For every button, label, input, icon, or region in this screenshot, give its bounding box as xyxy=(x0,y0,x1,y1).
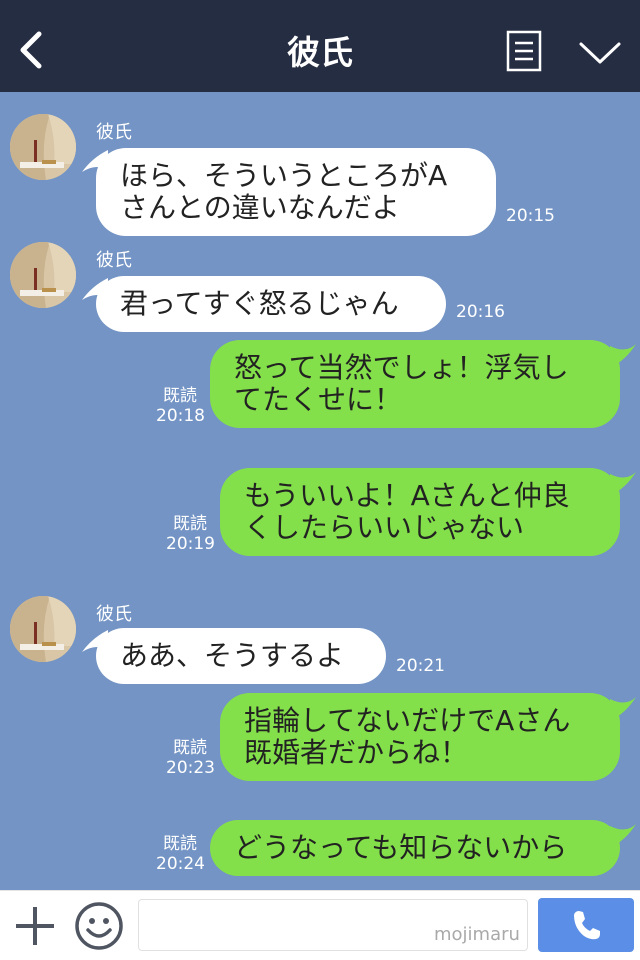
chat-header: 彼氏 xyxy=(0,0,640,92)
message-time: 20:21 xyxy=(396,656,445,676)
message-list[interactable]: 彼氏 ほら、そういうところがA さんとの違いなんだよ 20:15 彼氏 君ってす… xyxy=(0,92,640,890)
avatar[interactable] xyxy=(10,242,76,308)
bubble-tail xyxy=(610,697,636,721)
message-line: ほら、そういうところがA xyxy=(120,159,448,192)
document-icon xyxy=(506,30,542,72)
sender-name: 彼氏 xyxy=(96,604,132,625)
message-bubble[interactable]: 怒って当然でしょ！浮気し てたくせに！ xyxy=(210,340,620,428)
input-bar xyxy=(0,890,640,960)
read-receipt: 既読 20:23 xyxy=(166,738,215,778)
bubble-tail xyxy=(610,824,636,848)
message-line: さんとの違いなんだよ xyxy=(120,191,400,224)
read-label: 既読 xyxy=(173,738,207,758)
message-bubble[interactable]: ああ、そうするよ xyxy=(96,628,386,684)
sender-name: 彼氏 xyxy=(96,250,132,271)
message-bubble[interactable]: 指輪してないだけでAさん 既婚者だからね！ xyxy=(220,693,620,781)
sender-name: 彼氏 xyxy=(96,122,132,143)
read-label: 既読 xyxy=(163,834,197,854)
avatar-photo-icon xyxy=(10,114,76,180)
bubble-tail xyxy=(610,472,636,496)
smiley-icon xyxy=(75,902,123,950)
message-bubble[interactable]: 君ってすぐ怒るじゃん xyxy=(96,276,446,332)
message-time: 20:18 xyxy=(156,406,205,426)
message-time: 20:23 xyxy=(166,758,215,778)
message-line: どうなっても知らないから xyxy=(234,831,568,864)
message-line: ああ、そうするよ xyxy=(120,639,345,672)
message-line: てたくせに！ xyxy=(234,383,403,416)
bubble-tail xyxy=(610,344,636,368)
message-time: 20:19 xyxy=(166,534,215,554)
watermark: mojimaru xyxy=(434,924,520,945)
read-receipt: 既読 20:24 xyxy=(156,834,205,874)
avatar[interactable] xyxy=(10,114,76,180)
message-bubble[interactable]: ほら、そういうところがA さんとの違いなんだよ xyxy=(96,148,496,236)
call-button[interactable] xyxy=(538,898,634,952)
message-bubble[interactable]: もういいよ！Aさんと仲良 くしたらいいじゃない xyxy=(220,468,620,556)
read-receipt: 既読 20:18 xyxy=(156,386,205,426)
message-line: 君ってすぐ怒るじゃん xyxy=(120,287,399,320)
message-line: 指輪してないだけでAさん xyxy=(244,704,571,737)
message-line: 怒って当然でしょ！浮気し xyxy=(234,351,569,384)
avatar-photo-icon xyxy=(10,242,76,308)
read-receipt: 既読 20:19 xyxy=(166,514,215,554)
avatar[interactable] xyxy=(10,596,76,662)
message-line: 既婚者だからね！ xyxy=(244,736,469,769)
read-label: 既読 xyxy=(163,386,197,406)
expand-menu-button[interactable] xyxy=(578,38,622,68)
notes-button[interactable] xyxy=(506,30,542,72)
message-bubble[interactable]: どうなっても知らないから xyxy=(210,820,620,876)
chevron-down-icon xyxy=(579,42,621,64)
message-line: くしたらいいじゃない xyxy=(244,511,525,544)
message-line: もういいよ！Aさんと仲良 xyxy=(244,479,570,512)
plus-icon xyxy=(16,907,54,945)
phone-icon xyxy=(574,911,600,940)
add-attachment-button[interactable] xyxy=(14,905,56,947)
avatar-photo-icon xyxy=(10,596,76,662)
chat-title: 彼氏 xyxy=(287,33,353,72)
message-time: 20:15 xyxy=(506,206,555,226)
emoji-button[interactable] xyxy=(74,901,124,951)
read-label: 既読 xyxy=(173,514,207,534)
message-time: 20:16 xyxy=(456,302,505,322)
message-time: 20:24 xyxy=(156,854,205,874)
